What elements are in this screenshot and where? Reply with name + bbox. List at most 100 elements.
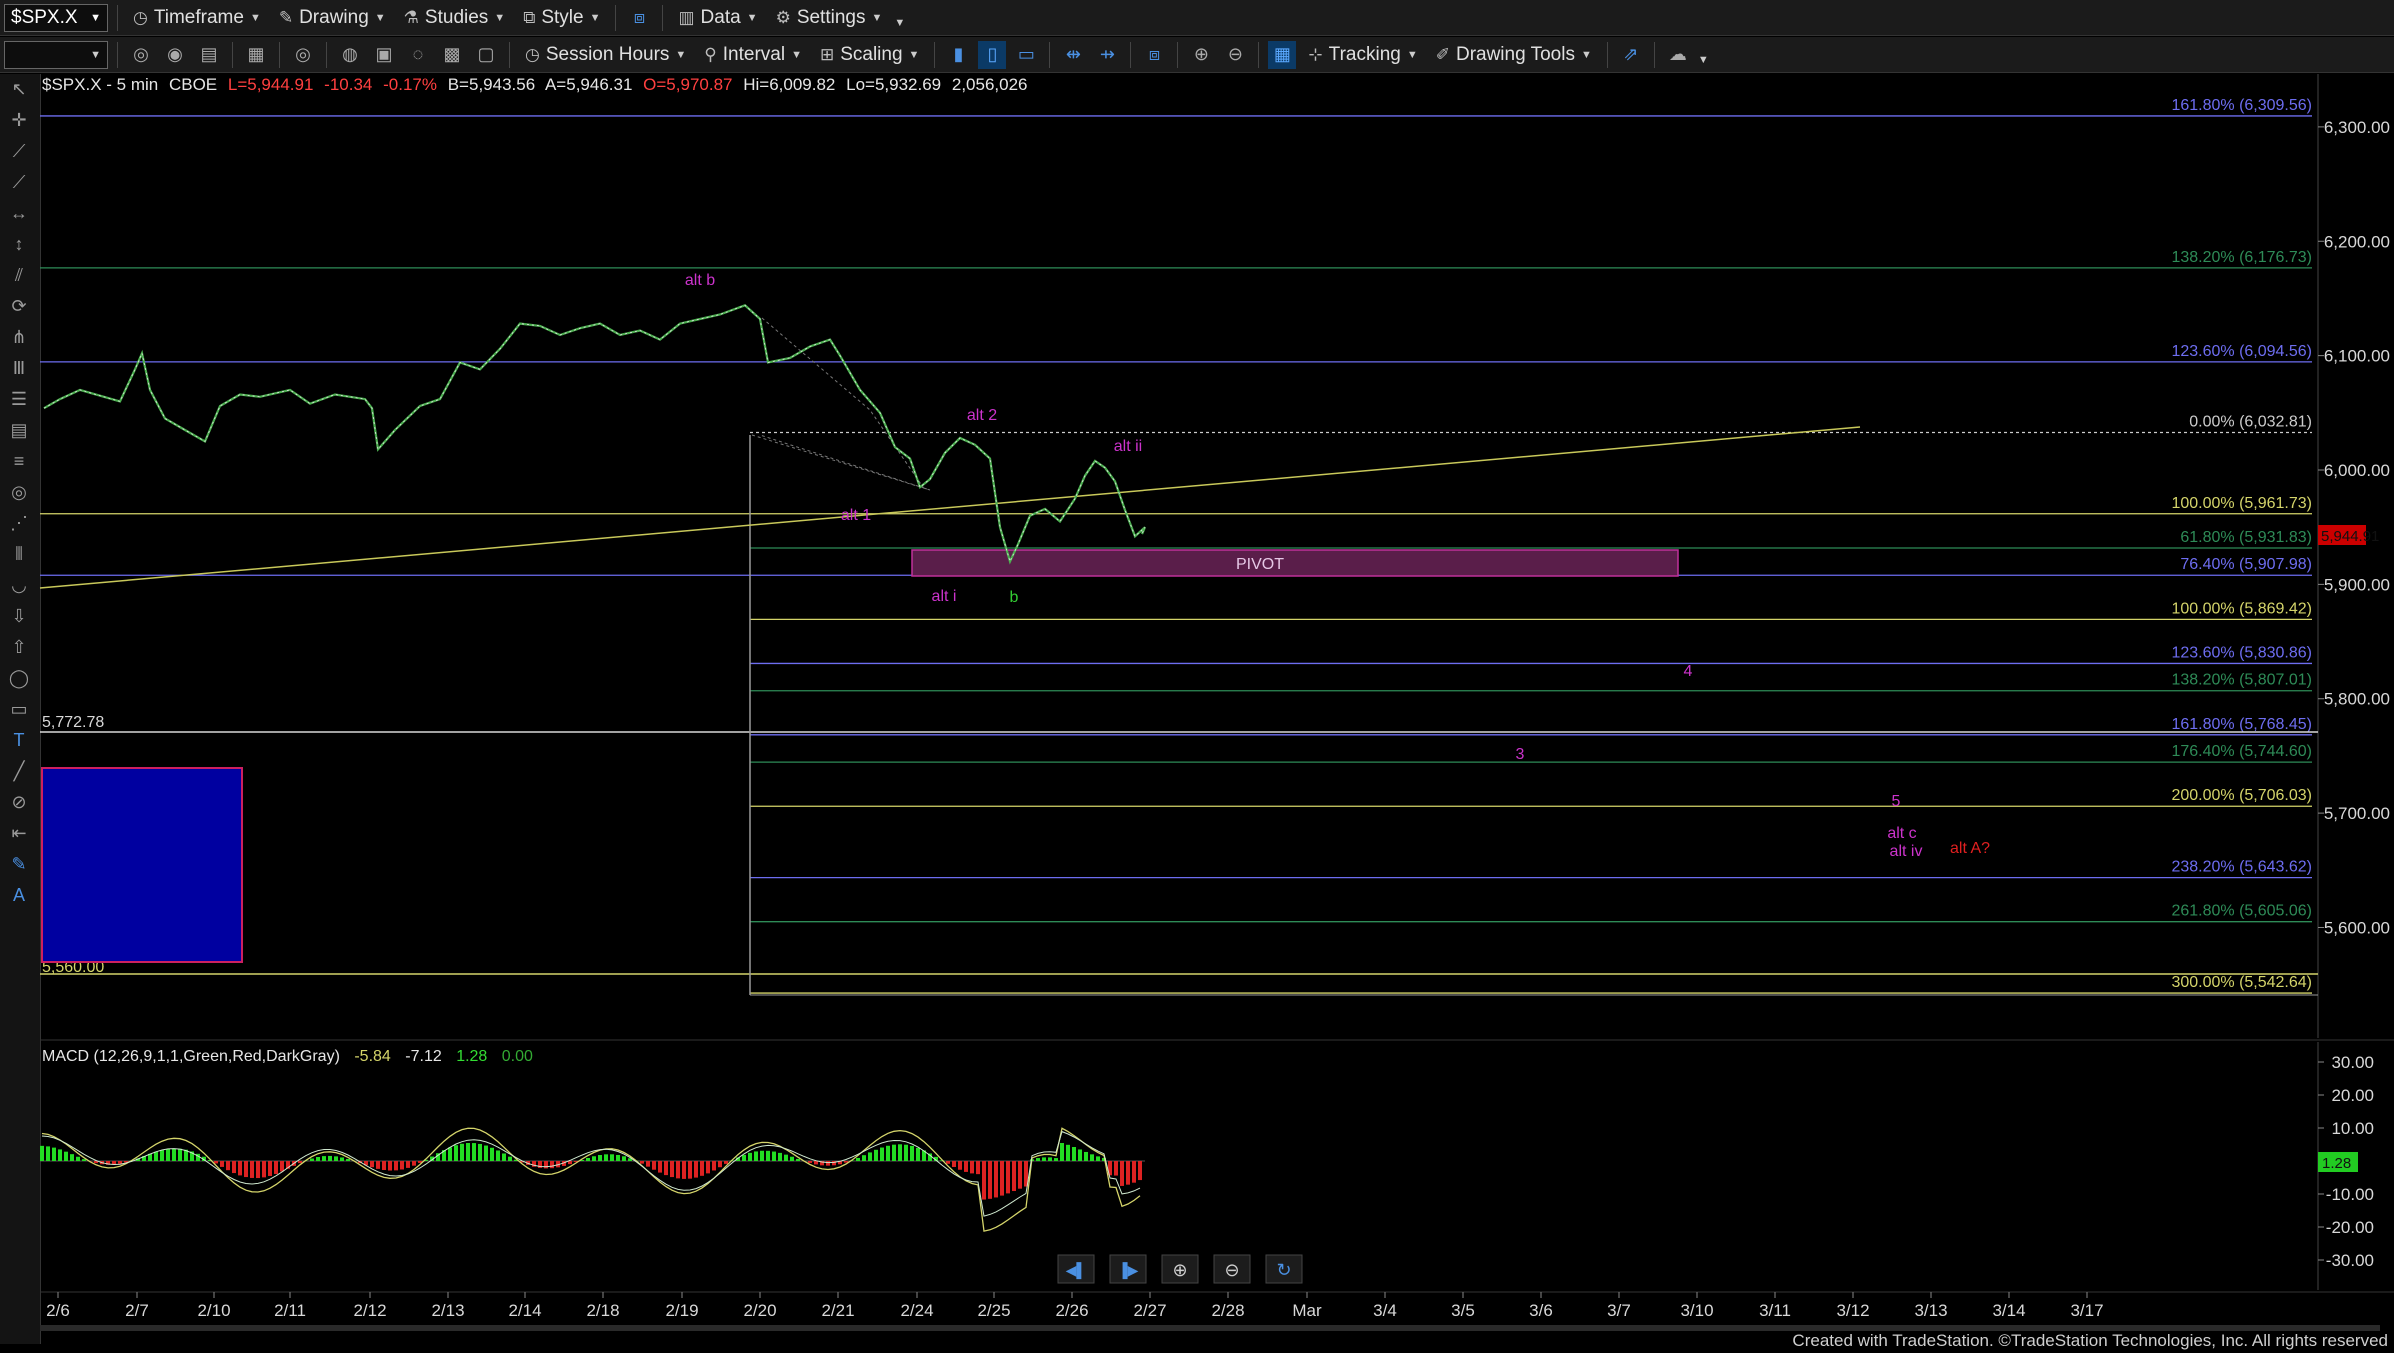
date-tick-label: 2/12 xyxy=(353,1301,386,1320)
macd-hist-bar xyxy=(1114,1161,1118,1176)
fib-label: 138.20% (6,176.73) xyxy=(2171,249,2312,266)
date-tick-label: 2/13 xyxy=(431,1301,464,1320)
fib-label: 61.80% (5,931.83) xyxy=(2180,529,2312,546)
macd-header: MACD (12,26,9,1,1,Green,Red,DarkGray) -5… xyxy=(42,1048,533,1065)
macd-hist-bar xyxy=(280,1161,284,1172)
macd-hist-bar xyxy=(946,1161,950,1164)
macd-hist-bar xyxy=(400,1161,404,1170)
macd-hist-bar xyxy=(154,1151,158,1161)
price-tick-label: 6,200.00 xyxy=(2324,232,2390,251)
macd-hist-bar xyxy=(778,1152,782,1161)
wave-label-4: 4 xyxy=(1684,663,1693,680)
macd-hist-bar xyxy=(910,1145,914,1161)
macd-hist-bar xyxy=(118,1161,122,1164)
macd-hist-bar xyxy=(598,1155,602,1161)
macd-hist-bar xyxy=(448,1147,452,1161)
price-tick-label: 6,300.00 xyxy=(2324,118,2390,137)
macd-hist-bar xyxy=(868,1152,872,1161)
macd-hist-bar xyxy=(892,1144,896,1161)
symbol-desc: $SPX.X - 5 min xyxy=(42,75,158,94)
fib-label: 76.40% (5,907.98) xyxy=(2180,556,2312,573)
macd-hist-bar xyxy=(826,1161,830,1166)
macd-hist-bar xyxy=(976,1161,980,1175)
date-tick-label: 2/26 xyxy=(1055,1301,1088,1320)
scroll-left-icon: ◀▌ xyxy=(1066,1262,1087,1280)
fib-label: 300.00% (5,542.64) xyxy=(2171,974,2312,991)
header-info: $SPX.X - 5 min CBOE L=5,944.91 -10.34 -0… xyxy=(42,75,1028,94)
wave-label-alt-2: alt 2 xyxy=(967,407,997,424)
macd-plot xyxy=(40,1127,1145,1232)
fib-label: 100.00% (5,961.73) xyxy=(2171,495,2312,512)
macd-hist-bar xyxy=(82,1159,86,1161)
macd-hist-bar xyxy=(178,1148,182,1161)
macd-hist-bar xyxy=(508,1156,512,1161)
macd-hist-bar xyxy=(166,1148,170,1161)
macd-hist-bar xyxy=(274,1161,278,1174)
macd-hist-bar xyxy=(1060,1143,1064,1161)
open-price: O=5,970.87 xyxy=(643,75,732,94)
macd-tick-label: 10.00 xyxy=(2331,1119,2374,1138)
macd-hist-bar xyxy=(748,1152,752,1161)
fib-label: 238.20% (5,643.62) xyxy=(2171,859,2312,876)
dotted-connector xyxy=(761,317,926,491)
last-price-tag-text: 5,944.91 xyxy=(2321,528,2379,545)
fib-label: 200.00% (5,706.03) xyxy=(2171,787,2312,804)
macd-hist-bar xyxy=(718,1161,722,1168)
pct-change: -0.17% xyxy=(383,75,437,94)
fib-label: 261.80% (5,605.06) xyxy=(2171,903,2312,920)
pivot-zone[interactable] xyxy=(911,549,1679,577)
zoom-in-icon: ⊕ xyxy=(1172,1260,1187,1280)
macd-hist-bar xyxy=(226,1161,230,1171)
macd-hist-bar xyxy=(70,1154,74,1161)
target-box[interactable] xyxy=(41,767,243,963)
macd-hist-bar xyxy=(886,1145,890,1161)
dotted-connector xyxy=(751,434,931,491)
date-tick-label: 2/28 xyxy=(1211,1301,1244,1320)
macd-hist-bar xyxy=(376,1161,380,1169)
macd-hist-bar xyxy=(46,1146,50,1161)
macd-hist-bar xyxy=(1000,1161,1004,1196)
macd-tick-label: -30.00 xyxy=(2326,1251,2374,1270)
macd-hist-bar xyxy=(754,1151,758,1161)
macd-hist-bar xyxy=(484,1145,488,1161)
price-tick-label: 5,900.00 xyxy=(2324,575,2390,594)
macd-hist-bar xyxy=(658,1161,662,1173)
macd-hist-bar xyxy=(904,1144,908,1161)
macd-hist-bar xyxy=(160,1150,164,1161)
date-tick-label: 3/17 xyxy=(2070,1301,2103,1320)
macd-hist-bar xyxy=(862,1155,866,1161)
macd-hist-bar xyxy=(316,1157,320,1161)
macd-diff-value: 1.28 xyxy=(456,1048,487,1065)
macd-hist-bar xyxy=(676,1161,680,1179)
exchange-label: CBOE xyxy=(169,75,217,94)
date-tick-label: 2/21 xyxy=(821,1301,854,1320)
reset-icon: ↻ xyxy=(1276,1260,1291,1280)
macd-hist-bar xyxy=(700,1161,704,1176)
price-chart[interactable]: $SPX.X - 5 min CBOE L=5,944.91 -10.34 -0… xyxy=(0,0,2394,1353)
macd-hist-bar xyxy=(766,1150,770,1161)
macd-hist-bar xyxy=(460,1143,464,1161)
date-tick-label: 2/14 xyxy=(508,1301,541,1320)
macd-hist-bar xyxy=(760,1150,764,1161)
wave-label-5: 5 xyxy=(1892,793,1901,810)
date-tick-label: 3/4 xyxy=(1373,1301,1397,1320)
macd-hist-bar xyxy=(370,1161,374,1168)
macd-hist-bar xyxy=(490,1147,494,1161)
macd-signal-line xyxy=(41,1130,1141,1217)
macd-hist-bar xyxy=(970,1161,974,1174)
macd-zero-value: 0.00 xyxy=(502,1048,533,1065)
fib-label: 138.20% (5,807.01) xyxy=(2171,672,2312,689)
date-tick-label: 2/25 xyxy=(977,1301,1010,1320)
zoom-out-icon: ⊖ xyxy=(1224,1260,1239,1280)
date-tick-label: 3/10 xyxy=(1680,1301,1713,1320)
fib-label: 0.00% (6,032.81) xyxy=(2189,413,2312,430)
macd-hist-bar xyxy=(244,1161,248,1178)
macd-hist-bar xyxy=(772,1151,776,1161)
macd-hist-bar xyxy=(466,1142,470,1161)
macd-hist-bar xyxy=(40,1145,44,1161)
wave-label-alt-ii: alt ii xyxy=(1114,438,1142,455)
macd-hist-bar xyxy=(76,1156,80,1161)
macd-title: MACD (12,26,9,1,1,Green,Red,DarkGray) xyxy=(42,1048,340,1065)
pivot-label: PIVOT xyxy=(1236,556,1284,573)
date-tick-label: 2/10 xyxy=(197,1301,230,1320)
